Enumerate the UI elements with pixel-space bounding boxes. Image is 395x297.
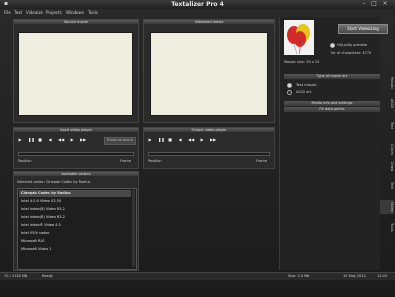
input-player-panel: Input video player ▶ ❚❚ ■ ◀ ◀◀ ▶ ▶▶ Fram…	[13, 127, 139, 169]
next-frame-icon[interactable]: ▶	[200, 138, 204, 142]
source-movie-screen[interactable]	[18, 32, 133, 116]
codec-list[interactable]: Cinepak Codec by Radius Intel 4:2:0 Vide…	[17, 188, 137, 270]
selected-codec-label: Selected codec: Cinepak Codec by Radius	[17, 180, 91, 184]
mosaic-size-label: Mosaic size: 30 x 22	[284, 60, 320, 64]
fast-forward-icon[interactable]: ▶▶	[210, 138, 216, 142]
codec-scrollbar[interactable]	[132, 190, 135, 267]
window-title: Textalizer Pro 4	[171, 1, 224, 8]
codec-item[interactable]: Intel IYUV codec	[19, 230, 131, 237]
hquality-preview-label: HQuality preview	[337, 43, 368, 47]
side-tab-draw[interactable]: Draw	[380, 161, 394, 173]
output-position-slider[interactable]	[148, 152, 270, 156]
side-tab-colors[interactable]: Colors	[380, 141, 394, 157]
status-time: 12:43	[377, 274, 388, 278]
input-frame-label: Frame	[120, 159, 131, 163]
codec-item[interactable]: Intel Indeo® Video 4.5	[19, 222, 131, 229]
output-player-panel: Output video player ▶ ❚❚ ■ ◀ ◀◀ ▶ ▶▶ Pos…	[143, 127, 275, 169]
videoized-movie-screen[interactable]	[150, 32, 268, 116]
fast-forward-icon[interactable]: ▶▶	[80, 138, 86, 142]
title-bar: Textalizer Pro 4 ▪ – □ ×	[0, 0, 395, 9]
codec-item[interactable]: Microsoft Video 1	[19, 246, 131, 253]
side-tab-mosaic[interactable]: Mosaic	[380, 74, 394, 92]
ascii-art-radio[interactable]	[287, 90, 292, 95]
source-movie-header: Source movie	[14, 20, 138, 24]
output-position-label: Position	[148, 159, 162, 163]
side-tab-video[interactable]: Video	[380, 200, 394, 214]
status-text: Ready	[42, 274, 53, 278]
prev-frame-icon[interactable]: ◀	[48, 138, 52, 142]
menu-file[interactable]: File	[4, 10, 11, 15]
ascii-art-label: ASCII art	[296, 90, 312, 94]
menu-projects[interactable]: Projects	[46, 10, 62, 15]
input-position-slider[interactable]	[18, 152, 134, 156]
codec-item[interactable]: Intel Indeo(R) Video R3.2	[19, 214, 131, 221]
app-icon[interactable]: ▪	[2, 1, 10, 7]
codec-item[interactable]: Intel Indeo(R) Video R3.2	[19, 206, 131, 213]
stop-icon[interactable]: ■	[168, 138, 172, 142]
balloons-thumbnail	[284, 20, 314, 55]
frame-as-source-button[interactable]: Frame as source	[104, 137, 136, 145]
codecs-panel: Available codecs Selected codec: Cinepak…	[13, 171, 139, 271]
codec-item[interactable]: Intel 4:2:0 Video V2.50	[19, 198, 131, 205]
side-tab-ascii[interactable]: ASCII	[380, 97, 394, 111]
status-date: 10 May 2012	[343, 274, 366, 278]
codec-item[interactable]: Microsoft RLE	[19, 238, 131, 245]
codec-item[interactable]: Cinepak Codec by Radius	[19, 190, 131, 197]
type-of-movie-art-header[interactable]: Type of movie art	[284, 74, 380, 79]
side-tab-text-2[interactable]: Text	[380, 180, 394, 192]
text-mosaic-label: Text mosaic	[296, 83, 317, 87]
videoized-movie-header: Videoized movie	[144, 20, 274, 24]
pause-icon[interactable]: ❚❚	[28, 138, 35, 142]
input-player-header: Input video player	[14, 128, 138, 132]
play-icon[interactable]: ▶	[18, 138, 22, 142]
menu-windows[interactable]: Windows	[66, 10, 84, 15]
rewind-icon[interactable]: ◀◀	[58, 138, 64, 142]
menu-videoize[interactable]: Videoize	[26, 10, 43, 15]
menu-bar: File Text Videoize Projects Windows Tool…	[0, 9, 395, 17]
side-tab-tools[interactable]: Tools	[380, 220, 394, 234]
output-frame-label: Frame	[256, 159, 267, 163]
status-bar: 70 / 1128 MB Ready Size: 2.5 Mb 10 May 2…	[0, 272, 395, 280]
minimize-button[interactable]: –	[360, 1, 368, 7]
media-info-header[interactable]: Media info and settings	[284, 101, 380, 106]
fx-data-points-header[interactable]: FX data points	[284, 107, 380, 112]
text-mosaic-radio[interactable]	[287, 83, 292, 88]
file-size: Size: 2.5 Mb	[288, 274, 310, 278]
hquality-preview-checkbox[interactable]	[330, 43, 335, 48]
prev-frame-icon[interactable]: ◀	[178, 138, 182, 142]
stop-icon[interactable]: ■	[38, 138, 42, 142]
start-videoizing-button[interactable]: Start Videoizing	[338, 24, 388, 34]
rewind-icon[interactable]: ◀◀	[188, 138, 194, 142]
characters-count-label: Nr. of characters: 4770	[331, 51, 372, 55]
videoized-movie-panel: Videoized movie	[143, 19, 275, 123]
input-position-label: Position	[18, 159, 32, 163]
menu-tools[interactable]: Tools	[88, 10, 98, 15]
pause-icon[interactable]: ❚❚	[158, 138, 165, 142]
play-icon[interactable]: ▶	[148, 138, 152, 142]
codecs-header: Available codecs	[14, 172, 138, 176]
close-button[interactable]: ×	[381, 1, 389, 7]
menu-text[interactable]: Text	[14, 10, 22, 15]
source-movie-panel: Source movie	[13, 19, 139, 123]
output-player-header: Output video player	[144, 128, 274, 132]
app-window: Textalizer Pro 4 ▪ – □ × File Text Video…	[0, 0, 395, 297]
maximize-button[interactable]: □	[370, 1, 378, 7]
side-tab-text[interactable]: Text	[380, 120, 394, 132]
next-frame-icon[interactable]: ▶	[70, 138, 74, 142]
memory-usage: 70 / 1128 MB	[4, 274, 28, 278]
